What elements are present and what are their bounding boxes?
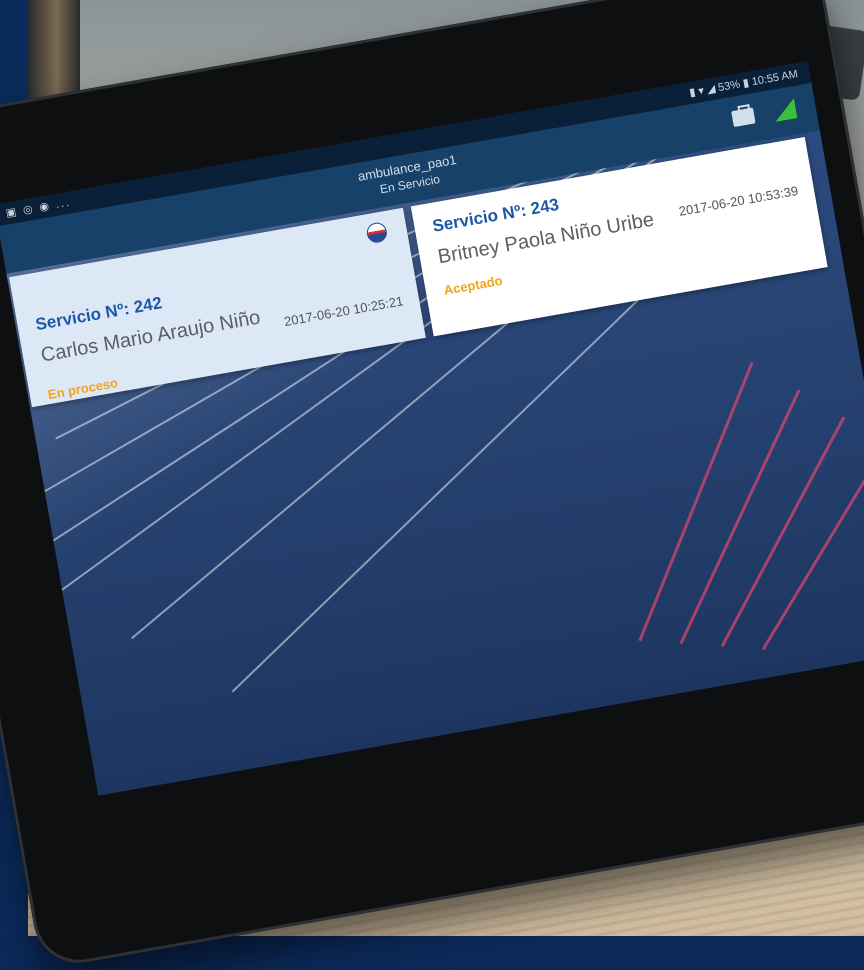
service-card-243[interactable]: Servicio Nº: 243 Britney Paola Niño Urib… xyxy=(410,136,828,337)
briefcase-icon[interactable] xyxy=(731,107,756,128)
patient-name: Carlos Mario Araujo Niño xyxy=(39,306,263,367)
system-status: ▮ ▾ ◢ 53% ▮ 10:55 AM xyxy=(688,68,799,100)
app-bar: ambulance_pao1 En Servicio xyxy=(0,82,820,274)
signal-icon xyxy=(772,98,798,122)
notification-icons: ▣ ◎ ◉ ... xyxy=(4,196,72,220)
patient-name: Britney Paola Niño Uribe xyxy=(436,208,656,269)
app-title: ambulance_pao1 xyxy=(356,151,458,185)
app-subtitle: En Servicio xyxy=(378,172,442,197)
tablet-device: ▣ ◎ ◉ ... ▮ ▾ ◢ 53% ▮ 10:55 AM ambulance… xyxy=(0,0,864,970)
service-number: Servicio Nº: 243 xyxy=(430,194,561,236)
status-bar: ▣ ◎ ◉ ... ▮ ▾ ◢ 53% ▮ 10:55 AM xyxy=(0,61,812,227)
service-card-242[interactable]: Servicio Nº: 242 Carlos Mario Araujo Niñ… xyxy=(9,207,426,408)
tablet-screen: ▣ ◎ ◉ ... ▮ ▾ ◢ 53% ▮ 10:55 AM ambulance… xyxy=(0,61,864,796)
service-status: Aceptado xyxy=(442,272,504,298)
service-number: Servicio Nº: 242 xyxy=(34,293,164,335)
ambulance-icon xyxy=(365,221,389,245)
highway-background xyxy=(6,67,864,796)
service-datetime: 2017-06-20 10:25:21 xyxy=(282,293,405,330)
service-datetime: 2017-06-20 10:53:39 xyxy=(677,183,800,219)
app-title-block: ambulance_pao1 En Servicio xyxy=(0,89,818,263)
service-status: En proceso xyxy=(46,375,120,403)
menu-icon[interactable] xyxy=(25,276,51,299)
